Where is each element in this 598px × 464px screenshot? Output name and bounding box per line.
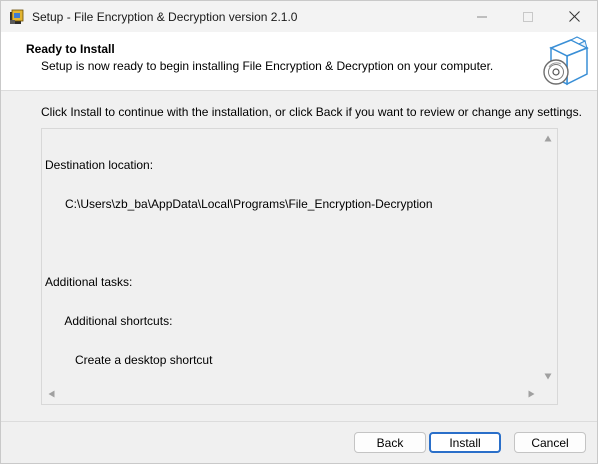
wizard-header: Ready to Install Setup is now ready to b…: [1, 32, 597, 90]
memo-line: Additional shortcuts:: [45, 314, 173, 328]
scroll-right-arrow-icon[interactable]: [528, 390, 535, 398]
memo-content: Destination location: C:\Users\zb_ba\App…: [45, 133, 433, 393]
close-icon: [568, 11, 580, 22]
footer-divider: [1, 421, 597, 422]
page-title: Ready to Install: [26, 42, 115, 56]
close-button[interactable]: [551, 1, 597, 32]
memo-line: Destination location:: [45, 158, 154, 172]
memo-line: Create a desktop shortcut: [45, 353, 213, 367]
install-box-disc-icon: [543, 36, 589, 86]
instruction-text: Click Install to continue with the insta…: [41, 105, 582, 119]
install-button[interactable]: Install: [429, 432, 501, 453]
maximize-button[interactable]: [505, 1, 551, 32]
scroll-left-arrow-icon[interactable]: [48, 390, 55, 398]
setup-app-icon: [10, 9, 24, 24]
header-divider: [1, 90, 597, 91]
ready-memo[interactable]: Destination location: C:\Users\zb_ba\App…: [41, 128, 558, 405]
maximize-icon: [523, 11, 533, 22]
scroll-down-arrow-icon[interactable]: [544, 373, 552, 380]
page-subtitle: Setup is now ready to begin installing F…: [41, 59, 494, 73]
memo-line: ​: [45, 237, 433, 250]
scroll-up-arrow-icon[interactable]: [544, 135, 552, 142]
memo-line: C:\Users\zb_ba\AppData\Local\Programs\Fi…: [45, 197, 433, 211]
window-title: Setup - File Encryption & Decryption ver…: [32, 10, 298, 24]
minimize-icon: [477, 16, 487, 17]
memo-line: Additional tasks:: [45, 275, 133, 289]
back-button[interactable]: Back: [354, 432, 426, 453]
setup-window: Setup - File Encryption & Decryption ver…: [0, 0, 598, 464]
cancel-button[interactable]: Cancel: [514, 432, 586, 453]
title-bar[interactable]: Setup - File Encryption & Decryption ver…: [1, 1, 597, 32]
minimize-button[interactable]: [459, 1, 505, 32]
